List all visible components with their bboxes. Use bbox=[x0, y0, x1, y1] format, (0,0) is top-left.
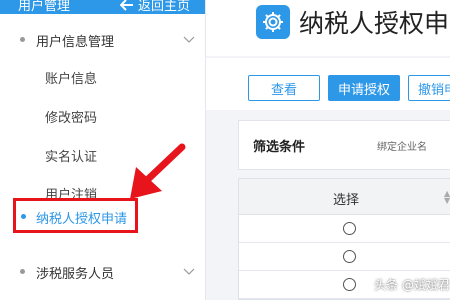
row-radio[interactable] bbox=[343, 278, 356, 291]
menu-group-label: 涉税服务人员 bbox=[36, 267, 115, 282]
row-radio[interactable] bbox=[343, 250, 356, 263]
revoke-button[interactable]: 撤销申 bbox=[408, 75, 450, 101]
sidebar-header-title: 用户管理 bbox=[18, 0, 71, 14]
filter-bar: 筛选条件 绑定企业名 bbox=[238, 120, 450, 170]
back-home-label: 返回主页 bbox=[138, 0, 191, 14]
sidebar-item-label: 实名认证 bbox=[45, 150, 98, 165]
page-title: 纳税人授权申 bbox=[299, 9, 450, 38]
row-radio[interactable] bbox=[343, 222, 356, 235]
chevron-up-icon bbox=[183, 36, 195, 43]
back-arrow-icon bbox=[120, 0, 133, 11]
sidebar-item-label: 修改密码 bbox=[45, 111, 98, 126]
menu-group-tax-service-staff[interactable]: 涉税服务人员 bbox=[0, 253, 205, 289]
red-arrow-annotation bbox=[130, 143, 186, 199]
back-home-link[interactable]: 返回主页 bbox=[120, 0, 190, 14]
menu-group-user-info[interactable]: 用户信息管理 bbox=[0, 21, 205, 57]
gear-icon bbox=[256, 5, 290, 39]
bullet-icon bbox=[20, 37, 25, 42]
apply-auth-button[interactable]: 申请授权 bbox=[328, 75, 400, 101]
sidebar-item-account-info[interactable]: 账户信息 bbox=[0, 57, 205, 95]
view-button[interactable]: 查看 bbox=[248, 75, 320, 101]
highlight-box bbox=[13, 198, 138, 233]
menu-group-label: 用户信息管理 bbox=[36, 35, 115, 50]
sort-icon[interactable]: ▲ ▼ bbox=[444, 190, 450, 205]
table-row bbox=[239, 215, 450, 243]
sidebar-item-change-password[interactable]: 修改密码 bbox=[0, 96, 205, 134]
sidebar-header: 用户管理 返回主页 bbox=[0, 0, 205, 14]
column-header-select: 选择 bbox=[333, 193, 360, 208]
toolbar: 查看 申请授权 撤销申 bbox=[206, 58, 450, 110]
main-panel: 纳税人授权申 查看 申请授权 撤销申 筛选条件 绑定企业名 选择 ▲▼ bbox=[206, 0, 450, 300]
filter-title: 筛选条件 bbox=[253, 140, 306, 155]
watermark: 头条 @斌斌君 bbox=[374, 278, 450, 292]
sidebar-item-label: 账户信息 bbox=[45, 72, 98, 87]
table-header: 选择 ▲ ▼ bbox=[239, 179, 450, 215]
table-row bbox=[239, 243, 450, 271]
bullet-icon bbox=[20, 269, 25, 274]
filter-hint: 绑定企业名 bbox=[377, 142, 427, 153]
page-header: 纳税人授权申 bbox=[206, 0, 450, 56]
chevron-down-icon bbox=[183, 268, 195, 275]
